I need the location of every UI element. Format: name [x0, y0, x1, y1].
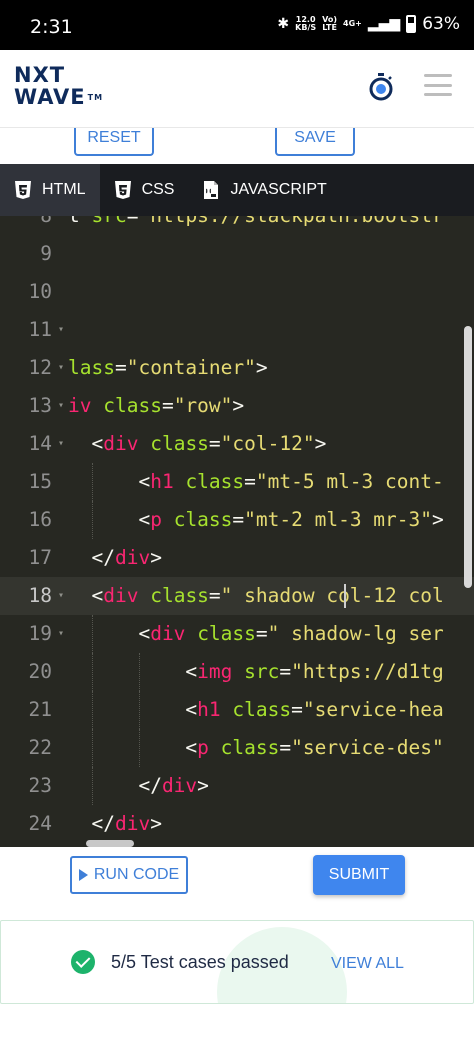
line-number: 9 [40, 242, 52, 265]
code-line[interactable]: 11 ▾ [0, 311, 474, 349]
code-text: lass="container"> [68, 356, 268, 379]
run-code-label: RUN CODE [93, 866, 180, 883]
fold-toggle-icon[interactable]: ▾ [58, 425, 64, 463]
test-result-text: 5/5 Test cases passed [111, 952, 289, 972]
code-editor[interactable]: 24 </div> 23 </div> 22 <p class="service-d… [0, 216, 474, 847]
tab-html[interactable]: HTML [0, 164, 100, 216]
line-number: 22 [28, 736, 52, 759]
signal-icon: ▂▄▆ [367, 16, 401, 32]
tab-css-label: CSS [141, 181, 175, 198]
network-type: 4G+ [343, 19, 362, 28]
play-icon [78, 869, 88, 881]
code-text: <p class="mt-2 ml-3 mr-3"> [138, 508, 444, 531]
editor-actions: RESET SAVE [0, 128, 474, 164]
reset-button[interactable]: RESET [74, 128, 154, 156]
code-line[interactable]: 20 <img src="https://d1tg [0, 653, 474, 691]
code-line[interactable]: 10 [0, 273, 474, 311]
code-text: </div> [91, 546, 162, 569]
editor-tabs: HTML CSS JAVASCRIPT [0, 164, 474, 216]
fold-toggle-icon[interactable]: ▾ [58, 311, 64, 349]
text-caret [344, 584, 346, 608]
fold-toggle-icon[interactable]: ▾ [58, 387, 64, 425]
logo-tm: TM [87, 93, 104, 102]
submit-button[interactable]: SUBMIT [313, 855, 405, 895]
check-circle-icon [71, 950, 95, 974]
logo-bottom: WAVE [14, 85, 86, 109]
code-text: <p class="service-des" [185, 736, 444, 759]
code-line[interactable]: 8t src="https://stackpath.bootstr [0, 216, 474, 235]
code-line[interactable]: 9 [0, 235, 474, 273]
status-time: 2:31 [30, 16, 73, 38]
fold-toggle-icon[interactable]: ▾ [58, 349, 64, 387]
tab-css[interactable]: CSS [100, 164, 189, 216]
line-number: 16 [28, 508, 52, 531]
tab-javascript-label: JAVASCRIPT [230, 181, 327, 198]
battery-icon [406, 15, 417, 33]
code-line[interactable]: 17 </div> [0, 539, 474, 577]
battery-percent: 63% [422, 14, 460, 34]
volte-indicator: Vo) LTE [322, 15, 338, 32]
code-line[interactable]: 23 </div> [0, 767, 474, 805]
code-line[interactable]: 14 ▾ <div class="col-12"> [0, 425, 474, 463]
bluetooth-icon: ✱ [277, 16, 290, 32]
fold-toggle-icon[interactable]: ▾ [58, 615, 64, 653]
code-text: <h1 class="service-hea [185, 698, 444, 721]
menu-icon[interactable] [424, 74, 452, 96]
save-button[interactable]: SAVE [275, 128, 355, 156]
code-text: <div class=" shadow-lg ser [138, 622, 444, 645]
code-text: </div> [91, 812, 162, 835]
vertical-scrollbar[interactable] [464, 326, 472, 588]
code-line[interactable]: 13 ▾ iv class="row"> [0, 387, 474, 425]
status-indicators: ✱ 12.0 KB/S Vo) LTE 4G+ ▂▄▆ 63% [277, 14, 460, 34]
html5-icon [15, 181, 31, 199]
js-file-icon [204, 181, 219, 199]
line-number: 8 [0, 216, 68, 235]
bottom-area [0, 1004, 474, 1053]
view-all-link[interactable]: VIEW ALL [331, 955, 404, 973]
css3-icon [114, 181, 131, 199]
line-number: 17 [28, 546, 52, 569]
code-text: <img src="https://d1tg [185, 660, 444, 683]
line-number: 23 [28, 774, 52, 797]
code-text: <div class="col-12"> [91, 432, 327, 455]
code-text: <div class=" shadow col-12 col [91, 584, 444, 607]
code-line[interactable]: 18 ▾ <div class=" shadow col-12 col [0, 577, 474, 615]
code-line[interactable]: 19 ▾ <div class=" shadow-lg ser [0, 615, 474, 653]
code-text: iv class="row"> [68, 394, 245, 417]
tab-html-label: HTML [42, 181, 86, 198]
line-number: 15 [28, 470, 52, 493]
test-result-panel: 5/5 Test cases passed VIEW ALL [0, 920, 474, 1004]
code-line[interactable]: 24 </div> [0, 805, 474, 843]
run-code-button[interactable]: RUN CODE [70, 856, 188, 894]
tab-javascript[interactable]: JAVASCRIPT [188, 164, 340, 216]
logo-bottom-row: WAVE TM [14, 86, 103, 109]
code-line[interactable]: 22 <p class="service-des" [0, 729, 474, 767]
code-line[interactable]: 12 ▾ lass="container"> [0, 349, 474, 387]
net-speed: 12.0 KB/S [295, 15, 317, 32]
code-text: t src="https://stackpath.bootstr [68, 216, 444, 235]
nxtwave-logo[interactable]: NXT WAVE TM [14, 64, 103, 109]
code-line[interactable]: 21 <h1 class="service-hea [0, 691, 474, 729]
fold-toggle-icon[interactable]: ▾ [58, 577, 64, 615]
line-number: 10 [28, 280, 52, 303]
logo-top: NXT [14, 63, 66, 87]
line-number: 24 [28, 812, 52, 835]
code-line[interactable]: 15 <h1 class="mt-5 ml-3 cont- [0, 463, 474, 501]
code-line[interactable]: 16 <p class="mt-2 ml-3 mr-3"> [0, 501, 474, 539]
line-number: 20 [28, 660, 52, 683]
stopwatch-icon[interactable] [368, 72, 394, 102]
code-text: <h1 class="mt-5 ml-3 cont- [138, 470, 444, 493]
code-text: </div> [138, 774, 209, 797]
app-header: NXT WAVE TM [0, 50, 474, 128]
status-bar: 2:31 ✱ 12.0 KB/S Vo) LTE 4G+ ▂▄▆ 63% [0, 0, 474, 50]
horizontal-scrollbar[interactable] [86, 840, 134, 847]
line-number: 21 [28, 698, 52, 721]
